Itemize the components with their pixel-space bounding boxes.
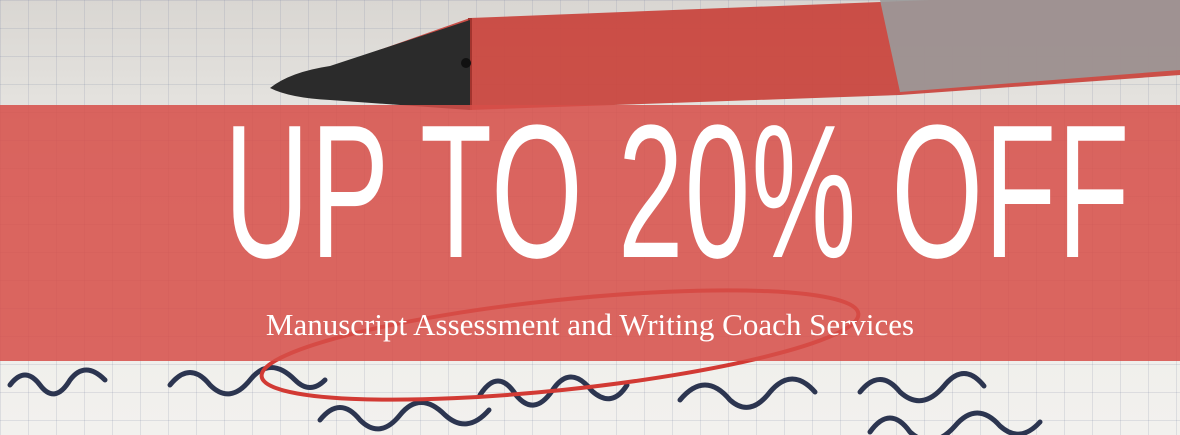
promo-headline: UP TO 20% OFF <box>224 86 1131 298</box>
promo-subline: Manuscript Assessment and Writing Coach … <box>265 307 915 342</box>
promo-banner: UP TO 20% OFF Manuscript Assessment and … <box>0 0 1180 435</box>
handwriting <box>7 365 1043 435</box>
